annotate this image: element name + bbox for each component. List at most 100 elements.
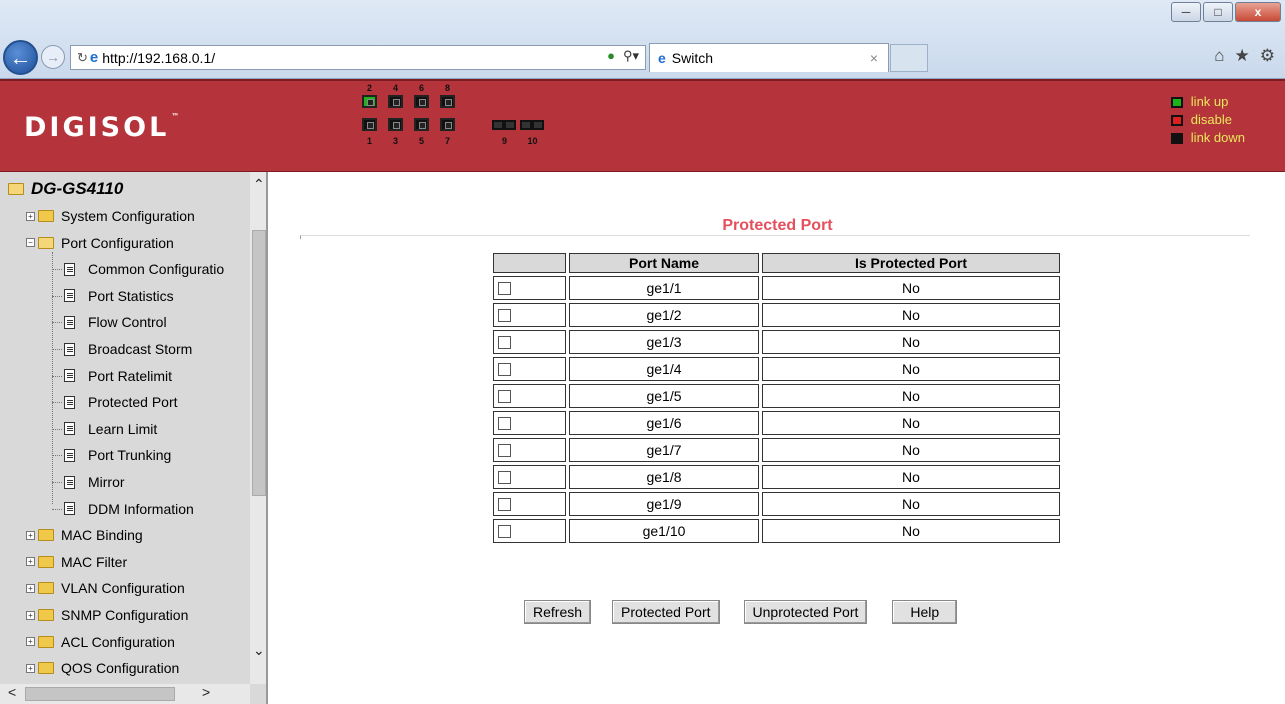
port-3-icon[interactable]: [388, 118, 403, 131]
new-tab-button[interactable]: [890, 44, 928, 72]
tree-connector: [52, 428, 62, 430]
table-row: ge1/1 No: [493, 276, 1060, 300]
row-checkbox[interactable]: [498, 335, 511, 349]
port-5-icon[interactable]: [414, 118, 429, 131]
tab-title: Switch: [671, 50, 714, 66]
sidebar-item-port-statistics[interactable]: Port Statistics: [64, 285, 174, 307]
sidebar-item-system-configuration[interactable]: + System Configuration: [26, 205, 195, 227]
sfp-port-9-icon[interactable]: [492, 120, 504, 130]
port-8-icon[interactable]: [440, 95, 455, 108]
row-checkbox[interactable]: [498, 470, 511, 484]
minimize-icon[interactable]: ─: [1171, 2, 1201, 22]
row-checkbox[interactable]: [498, 416, 511, 430]
is-protected-cell: No: [762, 330, 1060, 354]
sidebar-item-port-trunking[interactable]: Port Trunking: [64, 444, 171, 466]
ie-logo-icon: e: [89, 49, 99, 66]
is-protected-cell: No: [762, 519, 1060, 543]
sidebar-item-acl-configuration[interactable]: + ACL Configuration: [26, 631, 175, 653]
table-body: ge1/1 No ge1/2 No ge1/3 No ge1/4 No ge1/5 No ge1/6…: [493, 276, 1060, 543]
expand-icon[interactable]: +: [26, 211, 35, 221]
sidebar-item-common-configuratio[interactable]: Common Configuratio: [64, 258, 224, 280]
sidebar-item-ddm-information[interactable]: DDM Information: [64, 498, 194, 520]
expand-icon[interactable]: +: [26, 637, 35, 647]
sidebar-item-mac-binding[interactable]: + MAC Binding: [26, 524, 143, 546]
vertical-scrollbar[interactable]: ⌃ ⌄: [250, 172, 266, 684]
search-icon[interactable]: ⚲▾: [623, 48, 639, 64]
sidebar-item-snmp-configuration[interactable]: + SNMP Configuration: [26, 604, 188, 626]
address-url[interactable]: http://192.168.0.1/: [102, 50, 215, 66]
table-row: ge1/7 No: [493, 438, 1060, 462]
collapse-icon[interactable]: −: [26, 238, 35, 248]
hscroll-thumb[interactable]: [25, 687, 175, 701]
sfp-port-10-icon[interactable]: [520, 120, 532, 130]
expand-icon[interactable]: +: [26, 610, 35, 620]
main-content: Protected Port Port Name Is Protected Po…: [270, 172, 1285, 704]
scroll-thumb[interactable]: [252, 230, 266, 496]
compatibility-icon[interactable]: ●: [607, 48, 615, 64]
sidebar-item-port-ratelimit[interactable]: Port Ratelimit: [64, 365, 172, 387]
tab-switch[interactable]: e Switch ×: [649, 43, 889, 72]
port-number-label: 3: [392, 136, 398, 146]
sidebar-item-qos-configuration[interactable]: + QOS Configuration: [26, 657, 179, 679]
port-4-icon[interactable]: [388, 95, 403, 108]
scroll-down-icon[interactable]: ⌄: [253, 642, 265, 659]
row-checkbox[interactable]: [498, 389, 511, 403]
sidebar-item-learn-limit[interactable]: Learn Limit: [64, 418, 157, 440]
restore-icon[interactable]: □: [1203, 2, 1233, 22]
select-cell: [493, 330, 566, 354]
sidebar-item-label: Mirror: [88, 474, 125, 490]
scroll-up-icon[interactable]: ⌃: [253, 176, 265, 193]
port-6-icon[interactable]: [414, 95, 429, 108]
sidebar-item-label: MAC Binding: [61, 527, 143, 544]
is-protected-cell: No: [762, 411, 1060, 435]
settings-gear-icon[interactable]: ⚙: [1260, 46, 1275, 66]
scroll-right-icon[interactable]: >: [202, 684, 210, 700]
row-checkbox[interactable]: [498, 308, 511, 322]
sfp-port-9-icon[interactable]: [504, 120, 516, 130]
expand-icon[interactable]: +: [26, 530, 35, 540]
port-name-cell: ge1/9: [569, 492, 759, 516]
port-1-icon[interactable]: [362, 118, 377, 131]
row-checkbox[interactable]: [498, 281, 511, 295]
close-icon[interactable]: x: [1235, 2, 1281, 22]
legend-item: disable: [1170, 111, 1245, 129]
address-bar[interactable]: ↻ e http://192.168.0.1/ ● ⚲▾: [70, 45, 646, 70]
legend-label: link up: [1190, 94, 1229, 109]
port-2-icon[interactable]: [362, 95, 377, 108]
row-checkbox[interactable]: [498, 497, 511, 511]
unprotected-port-button[interactable]: Unprotected Port: [743, 600, 868, 624]
legend-item: link up: [1170, 93, 1245, 111]
protected-port-button[interactable]: Protected Port: [612, 600, 720, 624]
sidebar-item-broadcast-storm[interactable]: Broadcast Storm: [64, 338, 192, 360]
row-checkbox[interactable]: [498, 362, 511, 376]
scroll-left-icon[interactable]: <: [8, 684, 16, 700]
sidebar-item-mac-filter[interactable]: + MAC Filter: [26, 551, 127, 573]
back-arrow-icon[interactable]: ←: [3, 40, 38, 75]
favorites-star-icon[interactable]: ★: [1235, 46, 1250, 66]
sidebar-item-vlan-configuration[interactable]: + VLAN Configuration: [26, 577, 185, 599]
port-7-icon[interactable]: [440, 118, 455, 131]
row-checkbox[interactable]: [498, 443, 511, 457]
horizontal-scrollbar[interactable]: < >: [0, 684, 250, 704]
forward-arrow-icon[interactable]: →: [41, 45, 65, 69]
port-name-cell: ge1/3: [569, 330, 759, 354]
sidebar-item-label: Flow Control: [88, 314, 167, 331]
sidebar-item-mirror[interactable]: Mirror: [64, 471, 125, 493]
sidebar-item-port-configuration[interactable]: − Port Configuration: [26, 232, 174, 254]
expand-icon[interactable]: +: [26, 663, 35, 673]
reload-icon[interactable]: ↻: [77, 50, 88, 66]
row-checkbox[interactable]: [498, 524, 511, 538]
expand-icon[interactable]: +: [26, 557, 35, 567]
legend-item: link down: [1170, 129, 1245, 147]
tree-root[interactable]: DG-GS4110: [8, 178, 123, 200]
browser-chrome: ─ □ x ← → ↻ e http://192.168.0.1/ ● ⚲▾ e…: [0, 0, 1285, 79]
protected-port-table: Port Name Is Protected Port ge1/1 No ge1/2…: [490, 250, 1063, 546]
help-button[interactable]: Help: [892, 600, 958, 624]
tab-close-icon[interactable]: ×: [870, 50, 878, 66]
expand-icon[interactable]: +: [26, 583, 35, 593]
sfp-port-10-icon[interactable]: [532, 120, 544, 130]
home-icon[interactable]: ⌂: [1214, 46, 1224, 66]
sidebar-item-flow-control[interactable]: Flow Control: [64, 311, 167, 333]
sidebar-item-protected-port[interactable]: Protected Port: [64, 391, 178, 413]
refresh-button[interactable]: Refresh: [524, 600, 592, 624]
